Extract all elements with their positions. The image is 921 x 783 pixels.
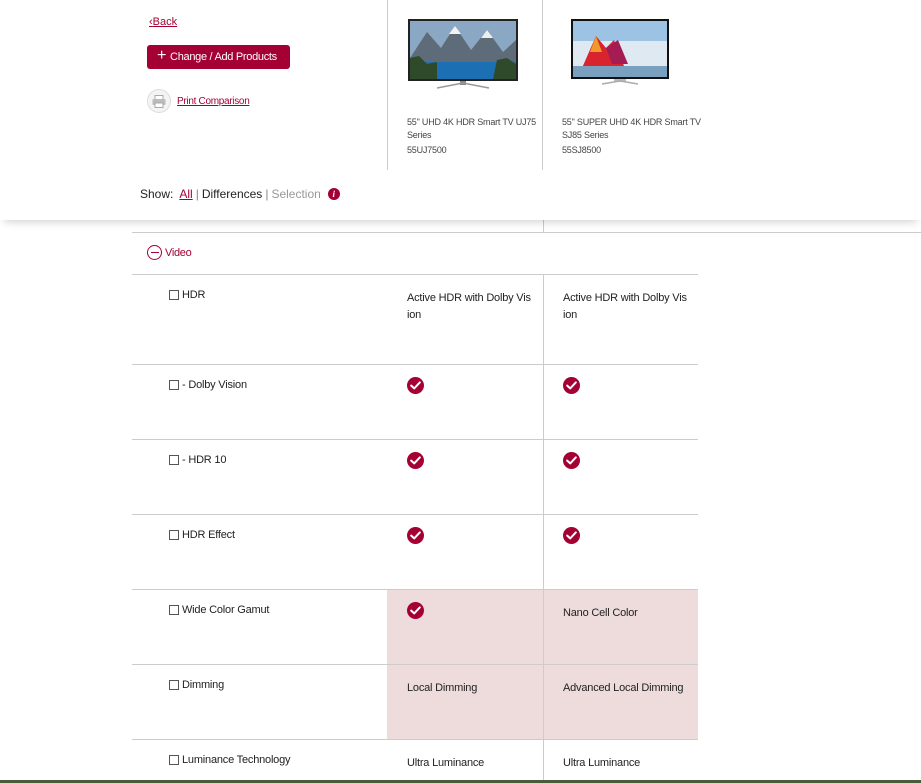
table-row: HDR Effect [132,514,698,589]
feature-label: HDR Effect [182,529,235,541]
feature-cell: Dimming [132,665,387,739]
plus-icon: + [157,47,167,64]
value-cell-2: Advanced Local Dimming [543,665,698,739]
value-cell-2 [543,515,698,589]
table-row: Wide Color Gamut Nano Cell Color [132,589,698,664]
value-text: Nano Cell Color [563,607,638,619]
filter-separator: | [265,187,269,201]
feature-cell: HDR [132,275,387,364]
feature-cell: - HDR 10 [132,440,387,514]
product-model: 55SJ8500 [562,145,601,155]
check-icon [563,527,580,544]
filter-all[interactable]: All [179,187,192,201]
table-row: - HDR 10 [132,439,698,514]
value-cell-2 [543,365,698,439]
column-divider [543,220,544,232]
feature-checkbox[interactable] [169,380,179,390]
tv-image-1[interactable] [407,18,519,90]
product-model: 55UJ7500 [407,145,447,155]
feature-item: Luminance Technology [169,754,291,766]
printer-icon [147,89,171,113]
check-icon [407,377,424,394]
print-comparison[interactable]: Print Comparison [147,89,250,113]
filter-separator: | [195,187,199,201]
table-row: Luminance Technology Ultra Luminance Ultra… [132,739,698,783]
value-text: Local Dimming [407,682,478,694]
tv-image-2[interactable] [562,18,674,90]
feature-cell: Wide Color Gamut [132,590,387,664]
feature-item: Dimming [169,679,224,691]
compare-header: ‹Back + Change / Add Products Print Comp… [0,0,921,220]
value-cell-1 [387,590,543,664]
info-icon[interactable]: i [327,188,340,200]
check-icon [563,377,580,394]
minus-circle-icon [147,245,162,260]
feature-cell: - Dolby Vision [132,365,387,439]
value-text: Ultra Luminance [563,757,641,769]
column-divider [387,0,388,170]
value-cell-2 [543,440,698,514]
product-name: 55" UHD 4K HDR Smart TV UJ75 Series [407,117,536,140]
feature-label: Wide Color Gamut [182,604,270,616]
product-name: 55" SUPER UHD 4K HDR Smart TV SJ85 Serie… [562,117,701,140]
value-cell-2: Nano Cell Color [543,590,698,664]
value-text: Advanced Local Dimming [563,682,684,694]
check-icon [407,452,424,469]
feature-label: - Dolby Vision [182,379,247,391]
section-title: Video [165,246,192,259]
check-icon [407,602,424,619]
feature-label: Dimming [182,679,224,691]
value-text: Ultra Luminance [407,757,485,769]
feature-label: - HDR 10 [182,454,227,466]
feature-checkbox[interactable] [169,680,179,690]
change-add-products-button[interactable]: + Change / Add Products [147,45,290,69]
table-row: HDR Active HDR with Dolby Vision Active HD… [132,274,698,364]
feature-item: Wide Color Gamut [169,604,269,616]
section-toggle-video[interactable]: Video [147,245,192,260]
feature-item: - HDR 10 [169,454,226,466]
print-comparison-link[interactable]: Print Comparison [177,96,250,107]
product-card-2: 55" SUPER UHD 4K HDR Smart TV SJ85 Serie… [562,18,712,155]
check-icon [407,527,424,544]
feature-item: - Dolby Vision [169,379,247,391]
change-add-products-label: Change / Add Products [170,51,277,63]
feature-cell: Luminance Technology [132,740,387,783]
filter-differences[interactable]: Differences [202,187,262,201]
value-cell-1 [387,515,543,589]
feature-checkbox[interactable] [169,290,179,300]
value-text: Active HDR with Dolby Vision [407,292,531,321]
product-card-1: 55" UHD 4K HDR Smart TV UJ75 Series 55UJ… [407,18,557,155]
table-row: Dimming Local Dimming Advanced Local Dimmi… [132,664,698,739]
table-row: - Dolby Vision [132,364,698,439]
feature-label: HDR [182,289,206,301]
value-cell-1: Ultra Luminance [387,740,543,783]
back-link[interactable]: ‹Back [149,16,177,28]
feature-checkbox[interactable] [169,605,179,615]
feature-checkbox[interactable] [169,755,179,765]
back-label: Back [152,16,178,28]
value-cell-1 [387,440,543,514]
filter-selection[interactable]: Selection [271,187,320,201]
value-cell-1: Active HDR with Dolby Vision [387,275,543,364]
value-cell-1: Local Dimming [387,665,543,739]
feature-checkbox[interactable] [169,530,179,540]
value-cell-2: Active HDR with Dolby Vision [543,275,698,364]
feature-item: HDR Effect [169,529,235,541]
section-divider [132,232,921,233]
value-cell-2: Ultra Luminance [543,740,698,783]
check-icon [563,452,580,469]
value-text: Active HDR with Dolby Vision [563,292,687,321]
show-label: Show: [140,187,174,201]
feature-checkbox[interactable] [169,455,179,465]
feature-item: HDR [169,289,205,301]
feature-label: Luminance Technology [182,754,291,766]
value-cell-1 [387,365,543,439]
show-filter-bar: Show: All | Differences | Selection i [140,187,340,201]
feature-cell: HDR Effect [132,515,387,589]
